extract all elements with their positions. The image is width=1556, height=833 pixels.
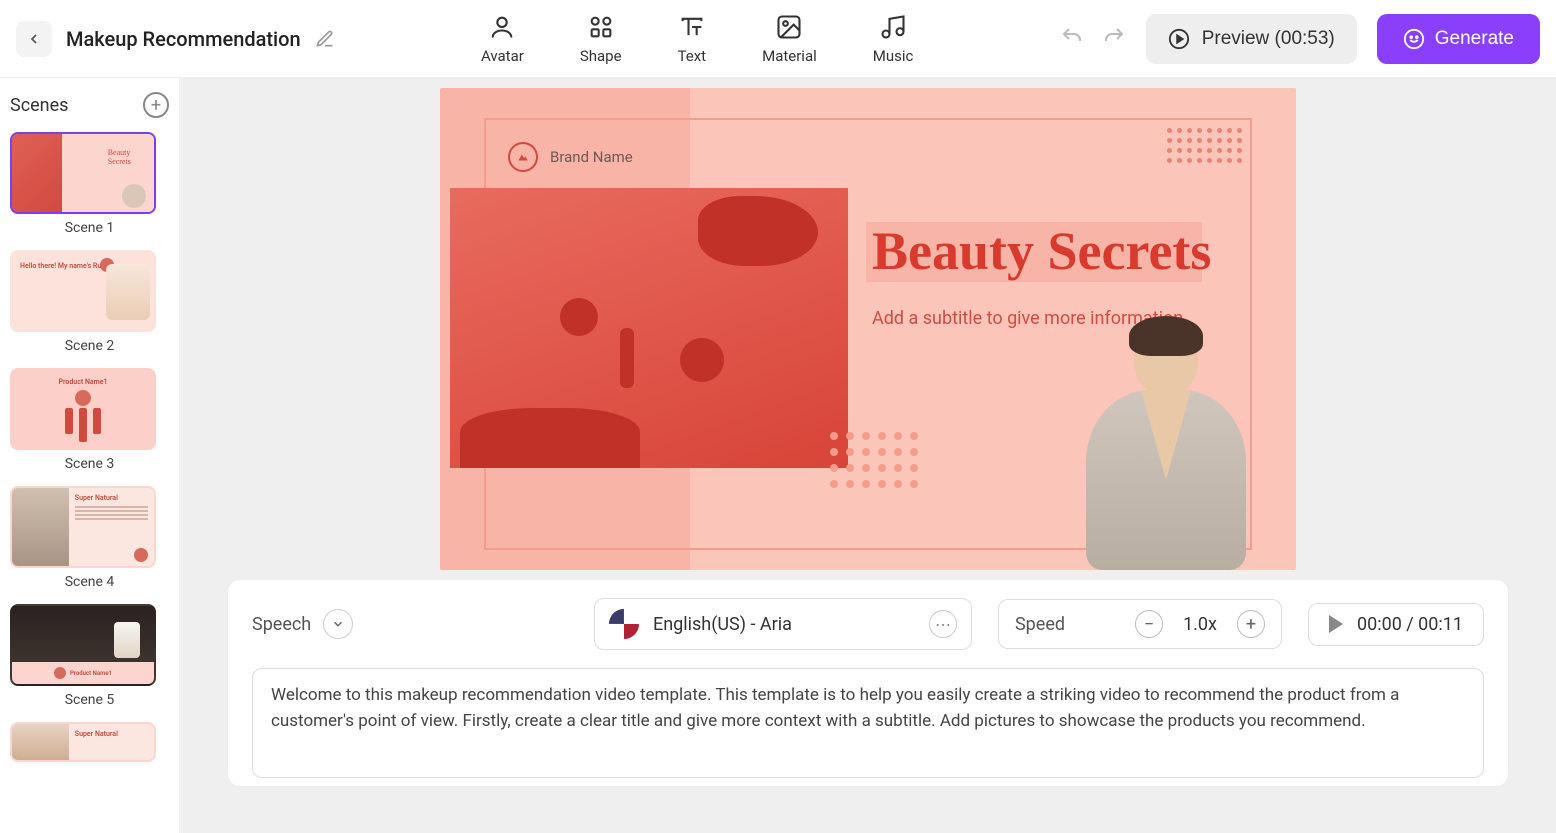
tool-avatar-label: Avatar bbox=[481, 47, 524, 65]
redo-button[interactable] bbox=[1102, 25, 1126, 53]
thumb-title: Product Name1 bbox=[58, 378, 107, 386]
back-button[interactable] bbox=[16, 21, 52, 57]
scene-label: Scene 4 bbox=[10, 574, 169, 590]
thumb-title: Super Natural bbox=[75, 494, 148, 502]
voice-more-icon[interactable]: ⋯ bbox=[929, 610, 957, 638]
undo-button[interactable] bbox=[1060, 25, 1084, 53]
preview-label: Preview (00:53) bbox=[1202, 28, 1335, 50]
scene-thumb-3[interactable]: Product Name1 bbox=[10, 368, 156, 450]
speech-panel: Speech English(US) - Aria ⋯ Speed − bbox=[228, 580, 1508, 786]
generate-label: Generate bbox=[1435, 28, 1514, 50]
scene-label: Scene 3 bbox=[10, 456, 169, 472]
playback-box: 00:00 / 00:11 bbox=[1308, 603, 1484, 646]
thumb-title: Hello there! My name's Ruby. bbox=[20, 262, 110, 270]
dots-decor-tr bbox=[1167, 128, 1242, 163]
tool-shape[interactable]: Shape bbox=[580, 13, 622, 65]
add-scene-button[interactable]: + bbox=[143, 92, 169, 118]
voice-selector[interactable]: English(US) - Aria ⋯ bbox=[594, 598, 972, 650]
speed-label: Speed bbox=[1015, 614, 1119, 635]
dots-decor-bl bbox=[830, 432, 918, 488]
sidebar-title: Scenes bbox=[10, 95, 68, 116]
speech-textarea[interactable]: Welcome to this makeup recommendation vi… bbox=[252, 668, 1484, 778]
scenes-sidebar: Scenes + Beauty Secrets Scene 1 bbox=[0, 78, 180, 833]
speech-dropdown[interactable] bbox=[323, 609, 353, 639]
speech-label: Speech bbox=[252, 614, 311, 635]
scene-thumb-6[interactable]: Super Natural bbox=[10, 722, 156, 762]
canvas[interactable]: Brand Name Beauty Secrets Add a subtitle… bbox=[440, 88, 1296, 570]
scene-thumb-2[interactable]: Hello there! My name's Ruby. bbox=[10, 250, 156, 332]
project-title: Makeup Recommendation bbox=[66, 27, 301, 51]
scene-thumb-5[interactable]: Product Name1 bbox=[10, 604, 156, 686]
brand[interactable]: Brand Name bbox=[508, 142, 633, 172]
scene-label: Scene 2 bbox=[10, 338, 169, 354]
scene-thumb-1[interactable]: Beauty Secrets bbox=[10, 132, 156, 214]
scene-thumb-4[interactable]: Super Natural bbox=[10, 486, 156, 568]
speed-decrease-button[interactable]: − bbox=[1135, 610, 1163, 638]
tool-material-label: Material bbox=[762, 47, 817, 65]
brand-name: Brand Name bbox=[550, 148, 633, 166]
canvas-area: Brand Name Beauty Secrets Add a subtitle… bbox=[180, 78, 1556, 833]
tool-material[interactable]: Material bbox=[762, 13, 817, 65]
generate-button[interactable]: Generate bbox=[1377, 14, 1540, 64]
voice-name: English(US) - Aria bbox=[653, 614, 915, 635]
thumb-title: Product Name1 bbox=[70, 670, 112, 677]
tool-text-label: Text bbox=[678, 47, 707, 65]
hero-image[interactable] bbox=[450, 188, 848, 468]
speed-value: 1.0x bbox=[1183, 614, 1217, 635]
speed-increase-button[interactable]: + bbox=[1237, 610, 1265, 638]
tool-avatar[interactable]: Avatar bbox=[481, 13, 524, 65]
brand-logo-icon bbox=[508, 142, 538, 172]
scene-label: Scene 1 bbox=[10, 220, 169, 236]
flag-us-icon bbox=[609, 609, 639, 639]
play-button[interactable] bbox=[1329, 615, 1343, 633]
thumb-title: Super Natural bbox=[75, 730, 148, 738]
tool-shape-label: Shape bbox=[580, 47, 622, 65]
avatar-figure[interactable] bbox=[1076, 322, 1256, 570]
tool-music-label: Music bbox=[873, 47, 914, 65]
tool-music[interactable]: Music bbox=[873, 13, 914, 65]
thumb-title: Beauty Secrets bbox=[108, 148, 154, 166]
preview-button[interactable]: Preview (00:53) bbox=[1146, 14, 1357, 64]
time-display: 00:00 / 00:11 bbox=[1357, 614, 1463, 635]
edit-title-icon[interactable] bbox=[315, 29, 335, 49]
tool-text[interactable]: Text bbox=[678, 13, 707, 65]
headline-text[interactable]: Beauty Secrets bbox=[872, 220, 1211, 282]
scene-label: Scene 5 bbox=[10, 692, 169, 708]
speed-control: Speed − 1.0x + bbox=[998, 599, 1282, 649]
